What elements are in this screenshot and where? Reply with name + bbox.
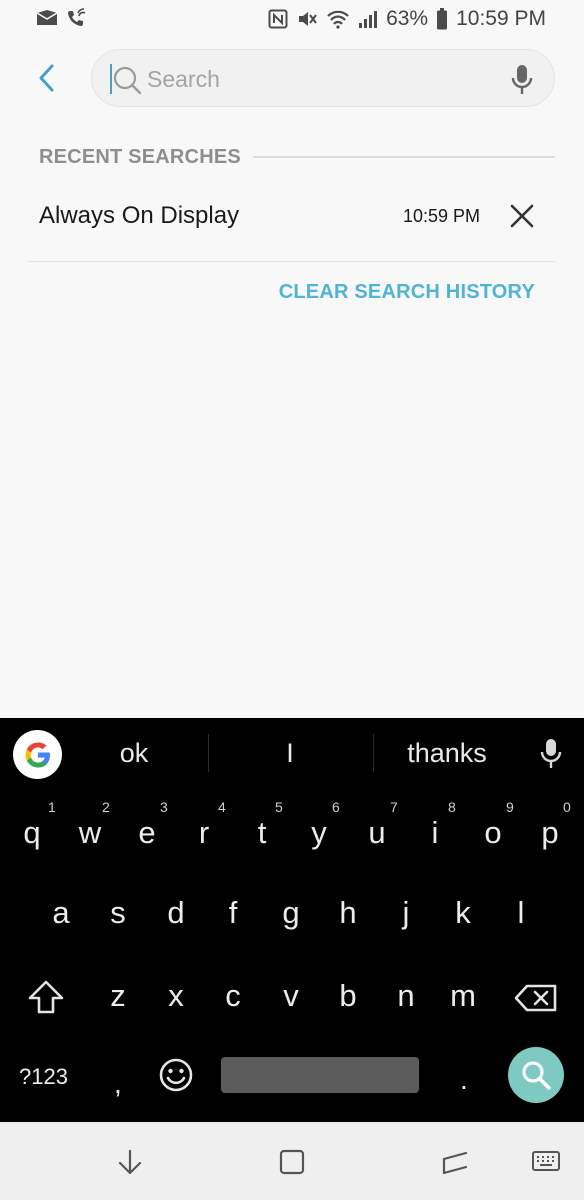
- wifi-icon: [326, 9, 350, 29]
- keyboard: ok I thanks q1 w2 e3 r4 t5 y6 u7 i8 o9 p…: [0, 718, 584, 1122]
- remove-recent-button[interactable]: [506, 200, 538, 232]
- search-input[interactable]: [147, 62, 487, 96]
- search-icon: [522, 1061, 551, 1090]
- status-system: 63% 10:59 PM: [268, 7, 546, 31]
- recents-button[interactable]: [437, 1146, 473, 1178]
- signal-icon: [358, 9, 378, 29]
- keyboard-icon: [532, 1151, 560, 1171]
- key-h[interactable]: h: [320, 878, 376, 948]
- key-f[interactable]: f: [205, 878, 261, 948]
- period-key[interactable]: .: [460, 1064, 468, 1096]
- key-b[interactable]: b: [320, 961, 376, 1031]
- mail-icon: [36, 9, 58, 27]
- key-a[interactable]: a: [33, 878, 89, 948]
- hide-keyboard-button[interactable]: [112, 1146, 148, 1178]
- key-j[interactable]: j: [378, 878, 434, 948]
- clear-search-history-button[interactable]: CLEAR SEARCH HISTORY: [279, 281, 535, 304]
- key-q[interactable]: q1: [4, 798, 60, 868]
- recent-search-time: 10:59 PM: [403, 206, 481, 226]
- clock: 10:59 PM: [456, 7, 546, 30]
- home-icon: [279, 1149, 305, 1175]
- suggestion-bar: ok I thanks: [0, 718, 584, 790]
- emoji-key[interactable]: [148, 1041, 204, 1111]
- search-key[interactable]: [508, 1047, 564, 1103]
- key-z[interactable]: z: [90, 961, 146, 1031]
- key-r[interactable]: r4: [176, 798, 232, 868]
- key-d[interactable]: d: [148, 878, 204, 948]
- recent-searches-header: RECENT SEARCHES: [39, 143, 555, 171]
- recent-search-text[interactable]: Always On Display: [39, 202, 239, 230]
- key-u[interactable]: u7: [349, 798, 405, 868]
- shift-key[interactable]: [18, 961, 74, 1031]
- key-s[interactable]: s: [90, 878, 146, 948]
- shift-icon: [28, 980, 64, 1014]
- key-y[interactable]: y6: [291, 798, 347, 868]
- search-icon: [112, 65, 142, 100]
- emoji-icon: [159, 1058, 193, 1092]
- suggestion-2[interactable]: I: [240, 738, 340, 772]
- key-m[interactable]: m: [435, 961, 491, 1031]
- backspace-key[interactable]: [508, 961, 564, 1031]
- key-g[interactable]: g: [263, 878, 319, 948]
- home-button[interactable]: [274, 1146, 310, 1178]
- recent-search-item[interactable]: Always On Display 10:59 PM: [28, 180, 555, 262]
- key-e[interactable]: e3: [119, 798, 175, 868]
- suggestion-divider: [208, 734, 209, 772]
- backspace-icon: [514, 984, 557, 1012]
- key-w[interactable]: w2: [62, 798, 118, 868]
- suggestion-1[interactable]: ok: [84, 738, 184, 772]
- wifi-call-icon: [66, 8, 88, 28]
- space-key[interactable]: [221, 1057, 419, 1093]
- nfc-icon: [268, 9, 288, 29]
- key-c[interactable]: c: [205, 961, 261, 1031]
- close-icon: [510, 204, 534, 228]
- battery-percent: 63%: [386, 7, 429, 30]
- key-n[interactable]: n: [378, 961, 434, 1031]
- key-l[interactable]: l: [493, 878, 549, 948]
- status-notifications: [36, 8, 88, 28]
- key-t[interactable]: t5: [234, 798, 290, 868]
- back-button[interactable]: [28, 58, 64, 98]
- section-title: RECENT SEARCHES: [39, 145, 241, 168]
- key-o[interactable]: o9: [465, 798, 521, 868]
- voice-input-icon[interactable]: [540, 738, 562, 775]
- mic-icon[interactable]: [510, 63, 534, 102]
- key-p[interactable]: p0: [522, 798, 578, 868]
- keyboard-switch-button[interactable]: [528, 1146, 564, 1178]
- search-box[interactable]: [91, 49, 555, 107]
- back-arrow-icon: [39, 64, 54, 92]
- key-v[interactable]: v: [263, 961, 319, 1031]
- status-bar: 63% 10:59 PM: [0, 0, 584, 40]
- battery-icon: [436, 8, 448, 30]
- key-x[interactable]: x: [148, 961, 204, 1031]
- section-divider: [252, 156, 555, 158]
- symbols-key[interactable]: ?123: [19, 1064, 68, 1090]
- suggestion-divider: [373, 734, 374, 772]
- suggestion-3[interactable]: thanks: [392, 738, 502, 772]
- chevron-down-icon: [118, 1149, 142, 1175]
- comma-key[interactable]: ,: [114, 1068, 122, 1100]
- key-k[interactable]: k: [435, 878, 491, 948]
- vibrate-icon: [296, 9, 318, 29]
- navigation-bar: [0, 1122, 584, 1200]
- key-i[interactable]: i8: [407, 798, 463, 868]
- recent-apps-icon: [442, 1151, 468, 1175]
